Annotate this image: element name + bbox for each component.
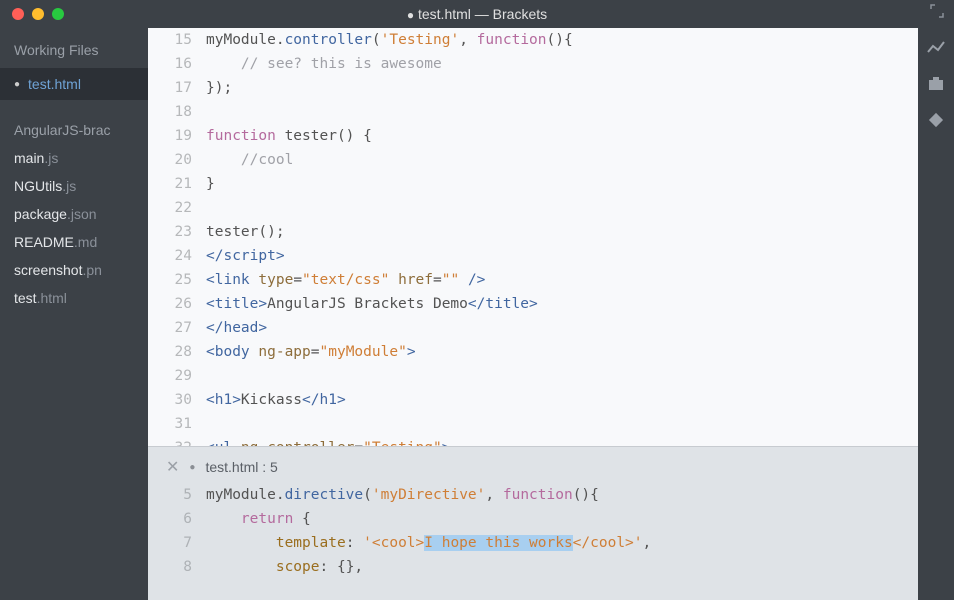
line-number: 28 — [148, 340, 206, 364]
window-title: ● test.html — Brackets — [0, 6, 954, 22]
fullscreen-icon[interactable] — [930, 4, 944, 21]
line-number: 15 — [148, 28, 206, 52]
code-line[interactable]: 29 — [148, 364, 918, 388]
titlebar: ● test.html — Brackets — [0, 0, 954, 28]
code-line[interactable]: 25<link type="text/css" href="" /> — [148, 268, 918, 292]
file-list: main.jsNGUtils.jspackage.jsonREADME.mdsc… — [0, 144, 148, 312]
file-list-item[interactable]: README.md — [14, 228, 134, 256]
line-number: 23 — [148, 220, 206, 244]
code-line[interactable]: 6 return { — [148, 507, 918, 531]
modified-dot-icon: ● — [14, 79, 20, 90]
line-number: 21 — [148, 172, 206, 196]
code-line[interactable]: 21} — [148, 172, 918, 196]
right-rail — [918, 28, 954, 600]
line-number: 18 — [148, 100, 206, 124]
extension-manager-icon[interactable] — [926, 74, 946, 94]
line-number: 19 — [148, 124, 206, 148]
code-line[interactable]: 26<title>AngularJS Brackets Demo</title> — [148, 292, 918, 316]
line-number: 5 — [148, 483, 206, 507]
file-list-item[interactable]: package.json — [14, 200, 134, 228]
code-line[interactable]: 5myModule.directive('myDirective', funct… — [148, 483, 918, 507]
line-number: 29 — [148, 364, 206, 388]
line-number: 31 — [148, 412, 206, 436]
line-number: 17 — [148, 76, 206, 100]
live-preview-icon[interactable] — [926, 38, 946, 58]
file-list-item[interactable]: main.js — [14, 144, 134, 172]
line-number: 22 — [148, 196, 206, 220]
line-number: 16 — [148, 52, 206, 76]
line-number: 32 — [148, 436, 206, 446]
main-area: Working Files ● test.html AngularJS-brac… — [0, 28, 954, 600]
code-line[interactable]: 19function tester() { — [148, 124, 918, 148]
code-line[interactable]: 27</head> — [148, 316, 918, 340]
editor-pane[interactable]: 15myModule.controller('Testing', functio… — [148, 28, 918, 446]
file-list-item[interactable]: screenshot.pn — [14, 256, 134, 284]
code-line[interactable]: 24</script> — [148, 244, 918, 268]
code-line[interactable]: 15myModule.controller('Testing', functio… — [148, 28, 918, 52]
code-line[interactable]: 30<h1>Kickass</h1> — [148, 388, 918, 412]
line-number: 26 — [148, 292, 206, 316]
code-line[interactable]: 18 — [148, 100, 918, 124]
working-file-active[interactable]: ● test.html — [0, 68, 148, 100]
diamond-icon[interactable] — [926, 110, 946, 130]
line-number: 6 — [148, 507, 206, 531]
code-line[interactable]: 20 //cool — [148, 148, 918, 172]
code-line[interactable]: 17}); — [148, 76, 918, 100]
quick-edit-pane: ✕ ● test.html : 5 5myModule.directive('m… — [148, 446, 918, 600]
working-file-name: test.html — [28, 76, 81, 92]
line-number: 8 — [148, 555, 206, 579]
code-line[interactable]: 28<body ng-app="myModule"> — [148, 340, 918, 364]
code-line[interactable]: 22 — [148, 196, 918, 220]
close-icon[interactable]: ✕ — [166, 457, 179, 477]
line-number: 25 — [148, 268, 206, 292]
code-line[interactable]: 8 scope: {}, — [148, 555, 918, 579]
line-number: 27 — [148, 316, 206, 340]
sidebar: Working Files ● test.html AngularJS-brac… — [0, 28, 148, 600]
working-files-header: Working Files — [0, 28, 148, 68]
code-line[interactable]: 23tester(); — [148, 220, 918, 244]
modified-dot-icon: ● — [189, 462, 195, 473]
line-number: 20 — [148, 148, 206, 172]
file-list-item[interactable]: test.html — [14, 284, 134, 312]
line-number: 7 — [148, 531, 206, 555]
file-list-item[interactable]: NGUtils.js — [14, 172, 134, 200]
line-number: 30 — [148, 388, 206, 412]
project-name[interactable]: AngularJS-brac — [0, 100, 148, 144]
window-title-text: test.html — Brackets — [418, 6, 547, 22]
code-line[interactable]: 32<ul ng-controller="Testing"> — [148, 436, 918, 446]
quick-edit-code[interactable]: 5myModule.directive('myDirective', funct… — [148, 483, 918, 579]
editor-area: 15myModule.controller('Testing', functio… — [148, 28, 918, 600]
code-line[interactable]: 31 — [148, 412, 918, 436]
code-line[interactable]: 7 template: '<cool>I hope this works</co… — [148, 531, 918, 555]
line-number: 24 — [148, 244, 206, 268]
quick-edit-tab: ✕ ● test.html : 5 — [148, 447, 918, 483]
quick-edit-filename: test.html : 5 — [205, 459, 277, 475]
code-line[interactable]: 16 // see? this is awesome — [148, 52, 918, 76]
